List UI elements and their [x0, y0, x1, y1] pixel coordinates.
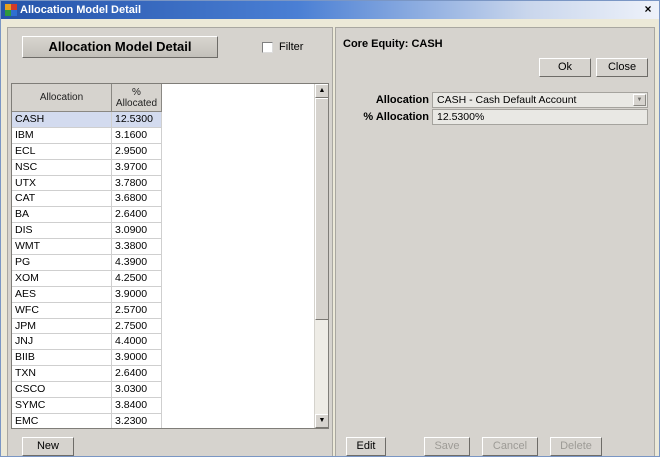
table-row[interactable]: IBM 3.1600	[12, 127, 162, 144]
table-row[interactable]: DIS 3.0900	[12, 223, 162, 240]
table-row[interactable]: JNJ 4.4000	[12, 334, 162, 351]
allocation-detail-pane: Core Equity: CASH Ok Close Allocation CA…	[335, 27, 655, 456]
pct-allocated-cell[interactable]: 3.3800	[112, 239, 162, 256]
pct-allocated-cell[interactable]: 3.9700	[112, 159, 162, 176]
allocation-cell[interactable]: BIIB	[12, 350, 112, 367]
ok-button[interactable]: Ok	[539, 58, 591, 77]
column-header-allocation[interactable]: Allocation	[12, 84, 112, 112]
edit-button[interactable]: Edit	[346, 437, 386, 456]
new-button[interactable]: New	[22, 437, 74, 456]
table-row[interactable]: JPM 2.7500	[12, 318, 162, 335]
allocation-cell[interactable]: EMC	[12, 413, 112, 428]
allocation-grid[interactable]: Allocation % Allocated CASH 12.5300 IBM 3.1…	[11, 83, 329, 429]
filter-control[interactable]: Filter	[262, 41, 303, 53]
allocation-cell[interactable]: AES	[12, 286, 112, 303]
table-row[interactable]: WMT 3.3800	[12, 239, 162, 256]
title-bar[interactable]: Allocation Model Detail ×	[1, 1, 659, 19]
table-row[interactable]: AES 3.9000	[12, 286, 162, 303]
allocation-field-label: Allocation	[375, 94, 429, 106]
pct-allocated-cell[interactable]: 3.1600	[112, 127, 162, 144]
save-button[interactable]: Save	[424, 437, 470, 456]
pct-header-text: Allocated	[115, 98, 158, 109]
allocation-cell[interactable]: TXN	[12, 366, 112, 383]
pct-header-symbol: %	[132, 87, 141, 98]
allocation-cell[interactable]: JNJ	[12, 334, 112, 351]
column-header-pct-allocated[interactable]: % Allocated	[112, 84, 162, 112]
allocation-cell[interactable]: BA	[12, 207, 112, 224]
allocation-cell[interactable]: DIS	[12, 223, 112, 240]
pct-allocated-cell[interactable]: 2.6400	[112, 366, 162, 383]
pct-allocated-cell[interactable]: 2.9500	[112, 143, 162, 160]
pct-allocated-cell[interactable]: 2.5700	[112, 302, 162, 319]
table-row[interactable]: SYMC 3.8400	[12, 398, 162, 414]
allocation-cell[interactable]: SYMC	[12, 398, 112, 414]
table-row[interactable]: PG 4.3900	[12, 255, 162, 271]
pct-allocated-cell[interactable]: 3.9000	[112, 286, 162, 303]
table-row[interactable]: BA 2.6400	[12, 207, 162, 224]
allocation-cell[interactable]: NSC	[12, 159, 112, 176]
pct-allocation-field[interactable]: 12.5300%	[432, 109, 648, 125]
allocation-cell[interactable]: WMT	[12, 239, 112, 256]
detail-title: Core Equity: CASH	[343, 38, 443, 50]
table-row[interactable]: UTX 3.7800	[12, 175, 162, 192]
table-row[interactable]: WFC 2.5700	[12, 302, 162, 319]
table-row[interactable]: EMC 3.2300	[12, 413, 162, 428]
pct-allocated-cell[interactable]: 4.3900	[112, 255, 162, 271]
allocation-cell[interactable]: CASH	[12, 112, 112, 128]
table-row[interactable]: XOM 4.2500	[12, 270, 162, 287]
pct-allocation-field-label: % Allocation	[363, 111, 429, 123]
pct-allocated-cell[interactable]: 2.6400	[112, 207, 162, 224]
grid-scrollbar[interactable]: ▲ ▼	[314, 84, 328, 428]
allocation-model-window: Allocation Model Detail × Allocation Mod…	[0, 0, 660, 457]
allocation-cell[interactable]: WFC	[12, 302, 112, 319]
table-row[interactable]: NSC 3.9700	[12, 159, 162, 176]
pct-allocated-cell[interactable]: 3.8400	[112, 398, 162, 414]
pct-allocated-cell[interactable]: 12.5300	[112, 112, 162, 128]
grid-rows: CASH 12.5300 IBM 3.1600 ECL 2.9500 NSC 3.9700 UT…	[12, 112, 162, 428]
grid-header: Allocation % Allocated	[12, 84, 162, 112]
chevron-down-icon[interactable]: ▼	[633, 94, 646, 106]
close-button[interactable]: Close	[596, 58, 648, 77]
allocation-cell[interactable]: ECL	[12, 143, 112, 160]
colored-squares-icon	[5, 4, 17, 16]
window-title: Allocation Model Detail	[20, 4, 142, 16]
allocation-cell[interactable]: CSCO	[12, 382, 112, 399]
close-icon[interactable]: ×	[641, 2, 655, 16]
allocation-dropdown[interactable]: CASH - Cash Default Account ▼	[432, 92, 648, 108]
allocation-cell[interactable]: JPM	[12, 318, 112, 335]
pct-allocated-cell[interactable]: 3.9000	[112, 350, 162, 367]
pct-allocated-cell[interactable]: 3.6800	[112, 191, 162, 208]
scroll-thumb[interactable]	[315, 98, 328, 320]
delete-button[interactable]: Delete	[550, 437, 602, 456]
pct-allocated-cell[interactable]: 4.4000	[112, 334, 162, 351]
pct-allocated-cell[interactable]: 3.7800	[112, 175, 162, 192]
filter-checkbox[interactable]	[262, 41, 273, 53]
table-row[interactable]: BIIB 3.9000	[12, 350, 162, 367]
pct-allocated-cell[interactable]: 3.0300	[112, 382, 162, 399]
allocation-list-pane: Allocation Model Detail Filter Allocatio…	[7, 27, 333, 456]
pct-allocated-cell[interactable]: 3.0900	[112, 223, 162, 240]
scroll-down-icon[interactable]: ▼	[315, 414, 328, 428]
table-row[interactable]: CASH 12.5300	[12, 112, 162, 128]
allocation-cell[interactable]: PG	[12, 255, 112, 271]
filter-label: Filter	[279, 41, 304, 53]
cancel-button[interactable]: Cancel	[482, 437, 538, 456]
table-row[interactable]: CSCO 3.0300	[12, 382, 162, 399]
pct-allocated-cell[interactable]: 4.2500	[112, 270, 162, 287]
table-row[interactable]: ECL 2.9500	[12, 143, 162, 160]
allocation-model-header[interactable]: Allocation Model Detail	[22, 36, 218, 58]
pct-allocated-cell[interactable]: 3.2300	[112, 413, 162, 428]
pct-allocated-cell[interactable]: 2.7500	[112, 318, 162, 335]
scroll-up-icon[interactable]: ▲	[315, 84, 328, 98]
allocation-dropdown-value: CASH - Cash Default Account	[437, 94, 577, 106]
allocation-cell[interactable]: CAT	[12, 191, 112, 208]
allocation-cell[interactable]: XOM	[12, 270, 112, 287]
table-row[interactable]: TXN 2.6400	[12, 366, 162, 383]
table-row[interactable]: CAT 3.6800	[12, 191, 162, 208]
allocation-cell[interactable]: UTX	[12, 175, 112, 192]
allocation-cell[interactable]: IBM	[12, 127, 112, 144]
